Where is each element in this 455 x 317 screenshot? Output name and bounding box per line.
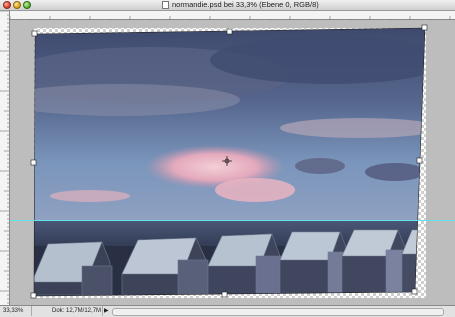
document-icon	[162, 1, 169, 9]
status-bar: 33,33% Dok: 12,7M/12,7M ▶	[0, 305, 455, 317]
zoom-window-button[interactable]	[23, 1, 31, 9]
transform-handle-top-center[interactable]	[226, 28, 233, 35]
vertical-ruler-ticks	[0, 10, 9, 304]
horizontal-scrollbar[interactable]	[112, 308, 444, 316]
transform-handle-top-left[interactable]	[31, 30, 38, 37]
transform-handle-middle-right[interactable]	[416, 157, 423, 164]
horizontal-ruler[interactable]	[9, 11, 455, 24]
transform-handle-bottom-right[interactable]	[411, 288, 418, 295]
transform-handle-bottom-left[interactable]	[30, 292, 37, 299]
photoshop-document-window: normandie.psd bei 33,3% (Ebene 0, RGB/8)	[0, 0, 455, 317]
canvas-workspace[interactable]	[10, 20, 455, 305]
transform-handle-middle-left[interactable]	[30, 159, 37, 166]
title-bar[interactable]: normandie.psd bei 33,3% (Ebene 0, RGB/8)	[0, 0, 455, 11]
photo-layer[interactable]	[10, 20, 455, 305]
document-canvas[interactable]	[10, 20, 455, 305]
transform-handle-bottom-center[interactable]	[221, 291, 228, 298]
transform-handle-top-right[interactable]	[421, 24, 428, 31]
window-title: normandie.psd bei 33,3% (Ebene 0, RGB/8)	[172, 0, 319, 9]
document-size-info: Dok: 12,7M/12,7M	[52, 306, 103, 316]
horizontal-guide-line[interactable]	[10, 220, 455, 221]
zoom-level[interactable]: 33,33%	[3, 306, 32, 316]
close-window-button[interactable]	[3, 1, 11, 9]
vertical-ruler[interactable]	[0, 10, 10, 305]
status-menu-arrow-icon[interactable]: ▶	[104, 306, 109, 316]
minimize-window-button[interactable]	[13, 1, 21, 9]
